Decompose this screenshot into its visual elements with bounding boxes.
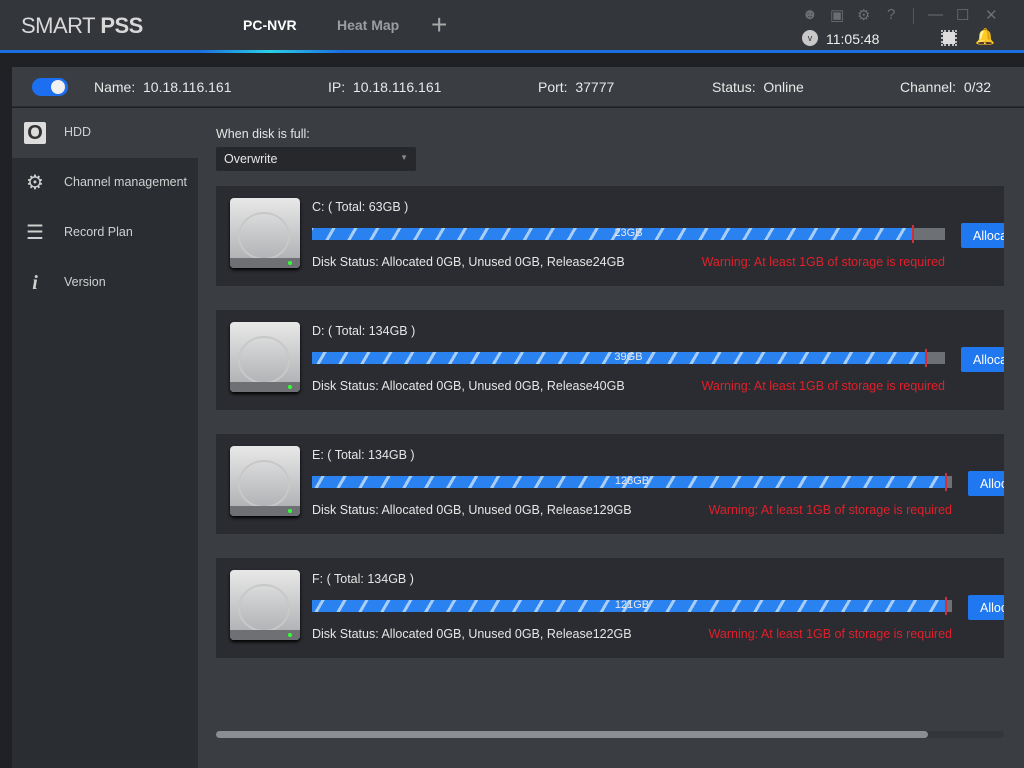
select-value: Overwrite <box>224 152 278 166</box>
disk-led <box>288 509 292 513</box>
disk-usage-bar: 39GB <box>312 349 945 367</box>
chevron-down-icon: ▼ <box>400 153 408 162</box>
hdd-icon: O <box>24 122 46 144</box>
disk-warning: Warning: At least 1GB of storage is requ… <box>701 379 945 393</box>
gear-icon[interactable]: ⚙ <box>857 6 870 24</box>
add-tab-button[interactable]: + <box>431 10 447 40</box>
disk-led <box>288 633 292 637</box>
disk-title: F: ( Total: 134GB ) <box>312 572 414 586</box>
camera-gear-icon: ⚙ <box>26 172 44 194</box>
disk-warning: Warning: At least 1GB of storage is requ… <box>701 255 945 269</box>
sidebar-item-channel-management[interactable]: ⚙ Channel management <box>12 158 198 208</box>
device-info-bar: Name: 10.18.116.161 IP: 10.18.116.161 Po… <box>12 67 1024 107</box>
disk-usage-bar: 121GB <box>312 597 952 615</box>
device-enable-toggle[interactable] <box>32 78 68 96</box>
tab-pc-nvr[interactable]: PC-NVR <box>243 17 297 33</box>
disk-used: 121GB <box>614 599 650 611</box>
disk-status: Disk Status: Allocated 0GB, Unused 0GB, … <box>312 627 632 641</box>
disk-led <box>288 261 292 265</box>
app-logo: SMART PSS <box>21 13 143 38</box>
sidebar-item-label: Channel management <box>64 175 187 189</box>
disk-used: 39GB <box>614 351 643 363</box>
sidebar-item-label: Record Plan <box>64 225 133 239</box>
hard-disk-icon <box>230 570 300 640</box>
horizontal-scrollbar[interactable] <box>216 731 1004 738</box>
tab-underline <box>0 50 1024 53</box>
disk-full-label: When disk is full: <box>216 127 310 141</box>
disk-title: D: ( Total: 134GB ) <box>312 324 416 338</box>
maximize-icon[interactable]: ☐ <box>956 6 969 24</box>
disk-card: C: ( Total: 63GB ) 23GB Disk Status: All… <box>216 186 1021 286</box>
device-status: Status: Online <box>712 79 804 95</box>
device-ip: IP: 10.18.116.161 <box>328 79 442 95</box>
sidebar-item-hdd[interactable]: O HDD <box>12 108 198 158</box>
disk-title: C: ( Total: 63GB ) <box>312 200 409 214</box>
active-tab-indicator <box>200 50 340 53</box>
sidebar-item-label: HDD <box>64 125 92 139</box>
disk-usage-bar: 128GB <box>312 473 952 491</box>
clock-icon: v <box>802 30 818 46</box>
cpu-icon[interactable] <box>941 30 957 46</box>
sidebar-item-version[interactable]: i Version <box>12 258 198 308</box>
sidebar: O HDD ⚙ Channel management ☰ Record Plan… <box>12 108 198 768</box>
disk-card: D: ( Total: 134GB ) 39GB Disk Status: Al… <box>216 310 1021 410</box>
help-icon[interactable]: ? <box>887 6 895 23</box>
content-clip <box>1004 180 1024 670</box>
divider <box>913 8 914 24</box>
scrollbar-thumb[interactable] <box>216 731 928 738</box>
clipboard-icon: ☰ <box>26 222 44 244</box>
bell-icon[interactable]: 🔔 <box>975 27 995 47</box>
disk-led <box>288 385 292 389</box>
user-icon[interactable]: ☻ <box>802 6 818 23</box>
disk-status: Disk Status: Allocated 0GB, Unused 0GB, … <box>312 379 625 393</box>
hard-disk-icon <box>230 198 300 268</box>
disk-card: E: ( Total: 134GB ) 128GB Disk Status: A… <box>216 434 1024 534</box>
info-icon: i <box>32 272 38 294</box>
clock-time: 11:05:48 <box>826 31 880 47</box>
disk-full-select[interactable]: Overwrite ▼ <box>216 147 416 171</box>
hard-disk-icon <box>230 322 300 392</box>
device-port: Port: 37777 <box>538 79 615 95</box>
disk-used: 128GB <box>614 475 650 487</box>
disk-usage-bar: 23GB <box>312 225 945 243</box>
sidebar-item-label: Version <box>64 275 106 289</box>
device-channel: Channel: 0/32 <box>900 79 992 95</box>
disk-title: E: ( Total: 134GB ) <box>312 448 415 462</box>
tab-heat-map[interactable]: Heat Map <box>337 17 399 33</box>
hard-disk-icon <box>230 446 300 516</box>
disk-warning: Warning: At least 1GB of storage is requ… <box>708 627 952 641</box>
disk-card: F: ( Total: 134GB ) 121GB Disk Status: A… <box>216 558 1024 658</box>
close-icon[interactable]: ✕ <box>985 6 998 24</box>
lock-icon[interactable]: ▣ <box>830 6 844 24</box>
sidebar-item-record-plan[interactable]: ☰ Record Plan <box>12 208 198 258</box>
device-name: Name: 10.18.116.161 <box>94 79 232 95</box>
disk-warning: Warning: At least 1GB of storage is requ… <box>708 503 952 517</box>
disk-status: Disk Status: Allocated 0GB, Unused 0GB, … <box>312 255 625 269</box>
disk-status: Disk Status: Allocated 0GB, Unused 0GB, … <box>312 503 632 517</box>
minimize-icon[interactable]: — <box>928 6 943 23</box>
disk-used: 23GB <box>614 227 643 239</box>
